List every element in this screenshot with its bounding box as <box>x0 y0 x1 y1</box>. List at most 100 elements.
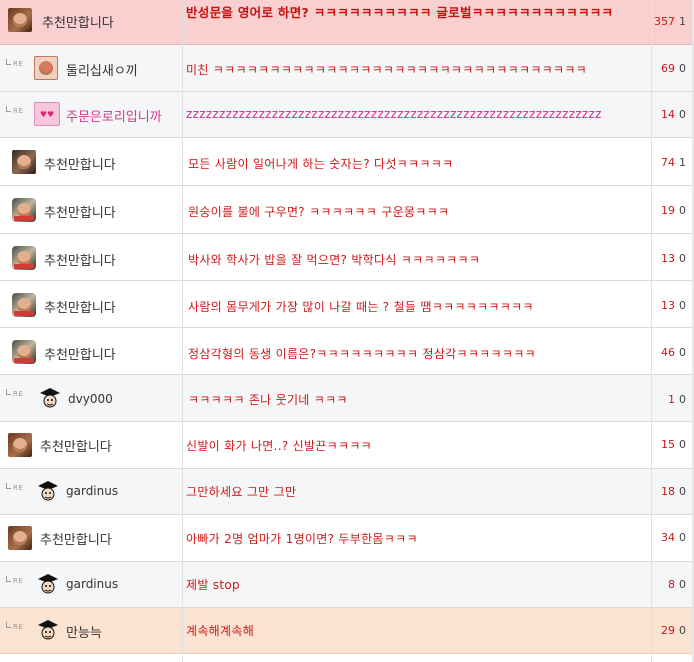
comment-stats: 80 <box>668 578 686 591</box>
avatar[interactable] <box>8 8 32 32</box>
doctor-avatar-icon <box>38 620 58 640</box>
comment-stats: 69 0 <box>661 62 686 75</box>
comment-board: 추천만합니다 반성문을 영어로 하면? ㅋㅋㅋㅋㅋㅋㅋㅋㅋㅋ 글로벌ㅋㅋㅋㅋㅋㅋ… <box>0 0 694 662</box>
view-count: 29 <box>661 624 675 637</box>
doctor-avatar-icon <box>38 574 58 594</box>
vote-count: 0 <box>679 393 686 406</box>
author-nickname[interactable]: 추천만합니다 <box>44 250 116 269</box>
author-nickname[interactable]: 추천만합니다 <box>44 344 116 363</box>
reply-indicator: RE <box>6 389 23 398</box>
reply-indicator: RE <box>6 622 23 631</box>
reply-indicator: RE <box>6 106 23 115</box>
view-count: 34 <box>661 531 675 544</box>
doctor-avatar-icon <box>38 481 58 501</box>
avatar[interactable] <box>12 198 36 222</box>
view-count: 14 <box>661 108 675 121</box>
comment-stats: 29 0 <box>661 624 686 637</box>
avatar[interactable] <box>8 433 32 457</box>
comment-title[interactable]: 박사와 학사가 밥을 잘 먹으면? 박학다식 ㅋㅋㅋㅋㅋㅋㅋ <box>188 251 480 268</box>
reply-indicator: RE <box>6 483 23 492</box>
author-nickname[interactable]: 추천만합니다 <box>44 154 116 173</box>
vote-count: 0 <box>679 438 686 451</box>
vote-count: 0 <box>679 531 686 544</box>
comment-row[interactable]: 추천만합니다 신발이 화가 나면..? 신발끈ㅋㅋㅋㅋ 15 0 <box>0 422 694 469</box>
view-count: 8 <box>668 578 675 591</box>
view-count: 1 <box>668 393 675 406</box>
avatar[interactable] <box>34 56 58 80</box>
vote-count: 0 <box>679 108 686 121</box>
comment-row[interactable]: RE gardinus 그만하세요 그만 그만 18 0 <box>0 469 694 515</box>
avatar[interactable]: ♥♥ <box>34 102 60 126</box>
doctor-avatar-icon <box>40 388 60 408</box>
comment-row[interactable]: 추천만합니다 사람의 몸무게가 가장 많이 나갈 때는 ? 철들 땜ㅋㅋㅋㅋㅋㅋ… <box>0 281 694 328</box>
comment-row[interactable]: 추천만합니다 모든 사람이 일어나게 하는 숫자는? 다섯ㅋㅋㅋㅋㅋ 74 1 <box>0 138 694 186</box>
view-count: 357 <box>654 15 675 28</box>
comment-title[interactable]: ㅋㅋㅋㅋㅋ 존나 웃기네 ㅋㅋㅋ <box>188 391 348 408</box>
comment-title[interactable]: 미친 ㅋㅋㅋㅋㅋㅋㅋㅋㅋㅋㅋㅋㅋㅋㅋㅋㅋㅋㅋㅋㅋㅋㅋㅋㅋㅋㅋㅋㅋㅋㅋㅋㅋ <box>186 61 587 78</box>
view-count: 15 <box>661 438 675 451</box>
author-nickname[interactable]: 추천만합니다 <box>44 297 116 316</box>
comment-title[interactable]: 그만하세요 그만 그만 <box>186 483 296 500</box>
comment-stats: 74 1 <box>661 156 686 169</box>
view-count: 13 <box>661 299 675 312</box>
vote-count: 0 <box>679 62 686 75</box>
comment-row[interactable]: 추천만합니다 박사와 학사가 밥을 잘 먹으면? 박학다식 ㅋㅋㅋㅋㅋㅋㅋ 13… <box>0 234 694 281</box>
comment-title[interactable]: 신발이 화가 나면..? 신발끈ㅋㅋㅋㅋ <box>186 437 372 454</box>
comment-stats: 10 <box>668 393 686 406</box>
avatar[interactable] <box>12 293 36 317</box>
author-nickname[interactable]: 주문은로리입니까 <box>66 106 162 125</box>
comment-row[interactable]: 추천만합니다 정삼각형의 동생 이름은?ㅋㅋㅋㅋㅋㅋㅋㅋㅋ 정삼각ㅋㅋㅋㅋㅋㅋㅋ… <box>0 328 694 375</box>
author-nickname[interactable]: gardinus <box>66 577 118 591</box>
vote-count: 0 <box>679 252 686 265</box>
vote-count: 1 <box>679 156 686 169</box>
comment-title[interactable]: 계속해계속해 <box>186 622 254 639</box>
comment-row[interactable]: RE 만능늑 계속해계속해 29 0 <box>0 608 694 654</box>
vote-count: 0 <box>679 485 686 498</box>
avatar[interactable] <box>38 386 62 410</box>
reply-indicator: RE <box>6 59 23 68</box>
comment-row[interactable]: RE ♥♥ 주문은로리입니까 zzzzzzzzzzzzzzzzzzzzzzzzz… <box>0 92 694 138</box>
avatar[interactable] <box>12 246 36 270</box>
comment-stats: 34 0 <box>661 531 686 544</box>
comment-stats: 14 0 <box>661 108 686 121</box>
author-nickname[interactable]: dvy000 <box>68 392 113 406</box>
avatar[interactable] <box>36 572 60 596</box>
comment-title[interactable]: 제발 stop <box>186 576 240 593</box>
author-nickname[interactable]: 만능늑 <box>66 622 102 641</box>
comment-title[interactable]: 반성문을 영어로 하면? ㅋㅋㅋㅋㅋㅋㅋㅋㅋㅋ 글로벌ㅋㅋㅋㅋㅋㅋㅋㅋㅋㅋㅋㅋ <box>186 5 616 20</box>
author-nickname[interactable]: 둘리십새ㅇ끼 <box>66 60 138 79</box>
vote-count: 0 <box>679 299 686 312</box>
author-nickname[interactable]: 추천만합니다 <box>40 436 112 455</box>
view-count: 46 <box>661 346 675 359</box>
comment-title[interactable]: 모든 사람이 일어나게 하는 숫자는? 다섯ㅋㅋㅋㅋㅋ <box>188 155 453 172</box>
comment-title[interactable]: 정삼각형의 동생 이름은?ㅋㅋㅋㅋㅋㅋㅋㅋㅋ 정삼각ㅋㅋㅋㅋㅋㅋㅋ <box>188 345 536 362</box>
comment-stats: 15 0 <box>661 438 686 451</box>
comment-title[interactable]: zzzzzzzzzzzzzzzzzzzzzzzzzzzzzzzzzzzzzzzz… <box>186 107 602 121</box>
comment-stats: 19 0 <box>661 204 686 217</box>
author-nickname[interactable]: 추천만합니다 <box>42 12 114 31</box>
comment-row[interactable]: RE 둘리십새ㅇ끼 미친 ㅋㅋㅋㅋㅋㅋㅋㅋㅋㅋㅋㅋㅋㅋㅋㅋㅋㅋㅋㅋㅋㅋㅋㅋㅋㅋㅋ… <box>0 45 694 92</box>
avatar[interactable] <box>12 150 36 174</box>
comment-title[interactable]: 사람의 몸무게가 가장 많이 나갈 때는 ? 철들 땜ㅋㅋㅋㅋㅋㅋㅋㅋㅋ <box>188 298 534 315</box>
avatar[interactable] <box>36 479 60 503</box>
comment-row[interactable]: 추천만합니다 반성문을 영어로 하면? ㅋㅋㅋㅋㅋㅋㅋㅋㅋㅋ 글로벌ㅋㅋㅋㅋㅋㅋ… <box>0 0 694 45</box>
author-nickname[interactable]: 추천만합니다 <box>44 202 116 221</box>
author-nickname[interactable]: 추천만합니다 <box>40 529 112 548</box>
comment-title[interactable]: 원숭이를 불에 구우면? ㅋㅋㅋㅋㅋㅋ 구운몽ㅋㅋㅋ <box>188 203 449 220</box>
vote-count: 0 <box>679 346 686 359</box>
avatar[interactable] <box>36 618 60 642</box>
comment-title[interactable]: 아빠가 2명 엄마가 1명이면? 두부한몸ㅋㅋㅋ <box>186 530 418 547</box>
reply-indicator: RE <box>6 576 23 585</box>
avatar[interactable] <box>8 526 32 550</box>
view-count: 18 <box>661 485 675 498</box>
comment-row[interactable]: RE dvy000 ㅋㅋㅋㅋㅋ 존나 웃기네 ㅋㅋㅋ 10 <box>0 375 694 422</box>
comment-stats: 13 0 <box>661 252 686 265</box>
avatar[interactable] <box>12 340 36 364</box>
comment-row[interactable]: 추천만합니다 아빠가 2명 엄마가 1명이면? 두부한몸ㅋㅋㅋ 34 0 <box>0 515 694 562</box>
comment-row[interactable]: 추천만합니다 원숭이를 불에 구우면? ㅋㅋㅋㅋㅋㅋ 구운몽ㅋㅋㅋ 19 0 <box>0 186 694 234</box>
author-nickname[interactable]: gardinus <box>66 484 118 498</box>
vote-count: 1 <box>679 15 686 28</box>
comment-stats: 18 0 <box>661 485 686 498</box>
comment-row[interactable]: RE gardinus 제발 stop 80 <box>0 562 694 608</box>
vote-count: 0 <box>679 204 686 217</box>
